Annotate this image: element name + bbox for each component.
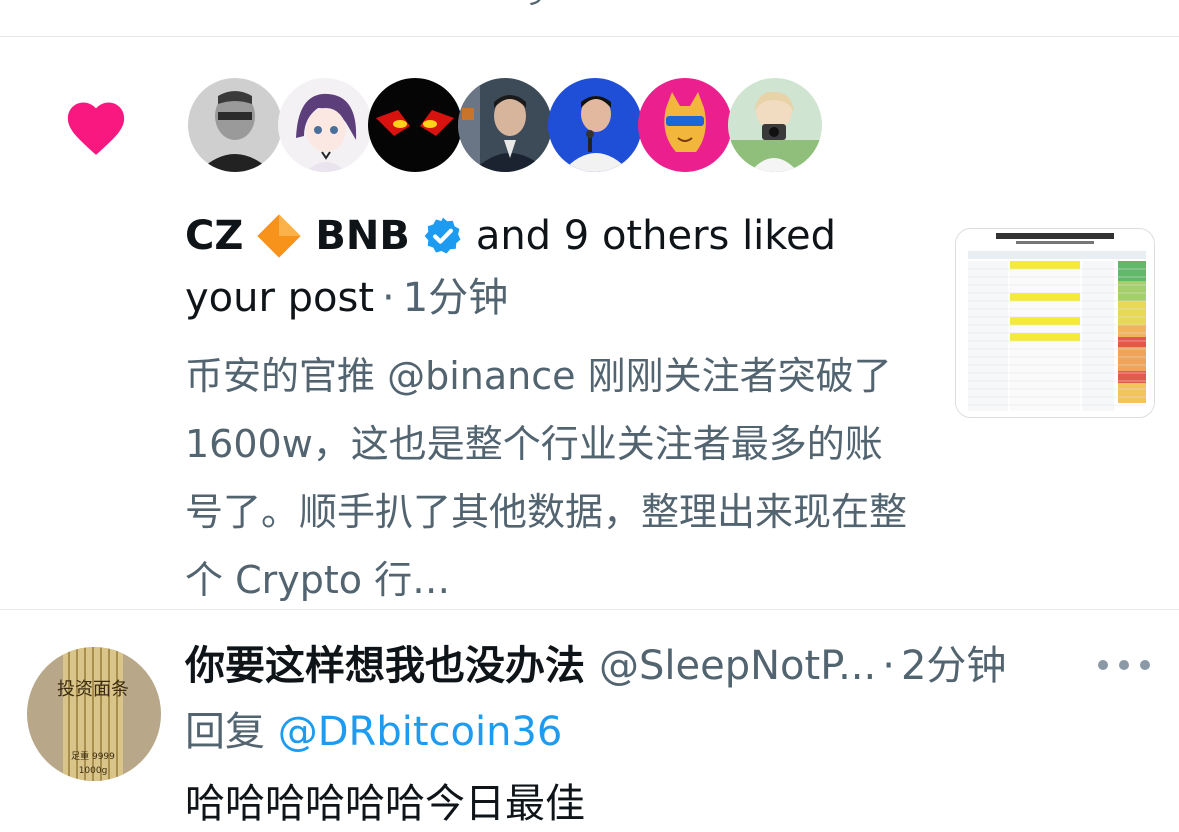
post-thumbnail[interactable] (955, 228, 1155, 418)
actor-name[interactable]: CZ (185, 208, 243, 264)
avatar-pink-cat[interactable] (638, 78, 732, 172)
divider-mid (0, 609, 1179, 610)
avatar-photographer[interactable] (728, 78, 822, 172)
notification-time: 1分钟 (402, 275, 509, 321)
reply-display-name[interactable]: 你要这样想我也没办法 (185, 638, 585, 694)
reply-header: 你要这样想我也没办法 @SleepNotP... · 2分钟 (185, 638, 1006, 694)
liked-text-2: your post (185, 275, 375, 321)
reply-time-separator: · (882, 643, 895, 689)
avatar-red-eyes[interactable] (368, 78, 462, 172)
actor-name-suffix[interactable]: BNB (315, 208, 409, 264)
reply-avatar[interactable]: 投资面条 足重 9999 1000g (27, 647, 161, 781)
avatar-cz[interactable] (188, 78, 282, 172)
reply-text[interactable]: 哈哈哈哈哈哈今日最佳 (185, 776, 585, 832)
liker-avatars (188, 78, 822, 172)
top-partial-glyph: ぅ (520, 0, 550, 10)
reply-handle[interactable]: @SleepNotP... (599, 638, 876, 694)
avatar-anime-girl[interactable] (278, 78, 372, 172)
reply-avatar-label: 投资面条 (57, 679, 129, 700)
verified-badge-icon (424, 217, 461, 254)
time-separator: · (382, 275, 395, 321)
liked-text: and 9 others liked (475, 213, 837, 259)
diamond-emoji-icon (257, 214, 302, 258)
reply-avatar-sublabel: 足重 9999 (71, 750, 115, 762)
avatar-man-mic[interactable] (548, 78, 642, 172)
reply-to-line: 回复 @DRbitcoin36 (185, 704, 562, 760)
post-excerpt[interactable]: 币安的官推 @binance 刚刚关注者突破了 1600w，这也是整个行业关注者… (185, 342, 915, 614)
reply-target-link[interactable]: @DRbitcoin36 (278, 709, 563, 755)
reply-avatar-weight: 1000g (79, 766, 108, 776)
reply-time: 2分钟 (900, 643, 1007, 689)
divider-top (0, 36, 1179, 37)
avatar-man-suit[interactable] (458, 78, 552, 172)
notification-headline: CZ BNB and 9 others liked (185, 208, 836, 264)
heart-icon (67, 102, 125, 155)
reply-prefix: 回复 (185, 709, 265, 755)
notification-subline: your post · 1分钟 (185, 270, 508, 326)
more-options-icon[interactable] (1098, 650, 1150, 680)
